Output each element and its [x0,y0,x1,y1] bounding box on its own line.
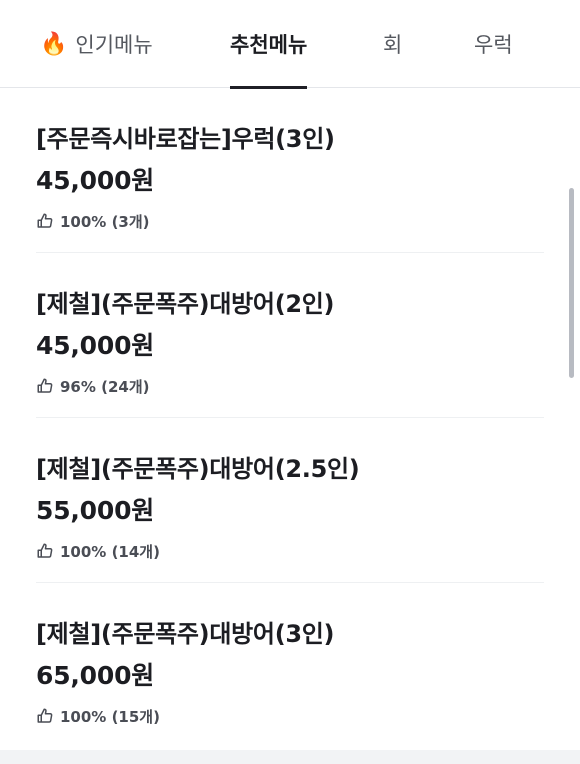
menu-category-tabs: 🔥 인기메뉴 추천메뉴 회 우럭 [0,0,580,89]
thumbs-up-icon [37,213,53,228]
rating-text: 100% (15개) [60,707,160,726]
tab-recommended-menu[interactable]: 추천메뉴 [230,0,308,89]
rating-text: 100% (3개) [60,212,150,231]
tab-label: 회 [383,33,403,57]
rating-text: 96% (24개) [60,377,150,396]
thumbs-up-icon [37,378,53,393]
tab-rockfish[interactable]: 우럭 [474,0,513,88]
menu-item-price: 45,000원 [36,331,155,360]
rating-text: 100% (14개) [60,542,160,561]
fire-icon: 🔥 [40,31,68,57]
tab-label: 우럭 [474,33,513,57]
thumbs-up-icon [37,543,53,558]
menu-item-rating: 100% (3개) [36,209,150,233]
menu-item-name: [제철](주문폭주)대방어(2인) [36,290,335,318]
tab-popular-menu[interactable]: 🔥 인기메뉴 [40,0,153,88]
menu-item-price: 45,000원 [36,166,155,195]
menu-item-rating: 96% (24개) [36,374,150,398]
menu-item-price: 55,000원 [36,496,155,525]
menu-item[interactable]: [주문즉시바로잡는]우럭(3인) 45,000원 100% (3개) [36,89,544,253]
tab-label: 추천메뉴 [230,33,308,57]
menu-item-price: 65,000원 [36,661,155,690]
scrollbar[interactable] [569,188,574,378]
menu-item-name: [제철](주문폭주)대방어(3인) [36,620,335,648]
menu-item-name: [주문즉시바로잡는]우럭(3인) [36,125,335,153]
thumbs-up-icon [37,708,53,723]
tab-label: 인기메뉴 [75,33,153,57]
tab-sashimi[interactable]: 회 [383,0,402,88]
menu-item-rating: 100% (14개) [36,539,160,563]
bottom-divider [0,750,580,764]
menu-item-rating: 100% (15개) [36,704,160,728]
menu-item[interactable]: [제철](주문폭주)대방어(2.5인) 55,000원 100% (14개) [36,419,544,583]
menu-item-name: [제철](주문폭주)대방어(2.5인) [36,455,360,483]
menu-item[interactable]: [제철](주문폭주)대방어(3인) 65,000원 100% (15개) [36,584,544,748]
menu-item[interactable]: [제철](주문폭주)대방어(2인) 45,000원 96% (24개) [36,254,544,418]
